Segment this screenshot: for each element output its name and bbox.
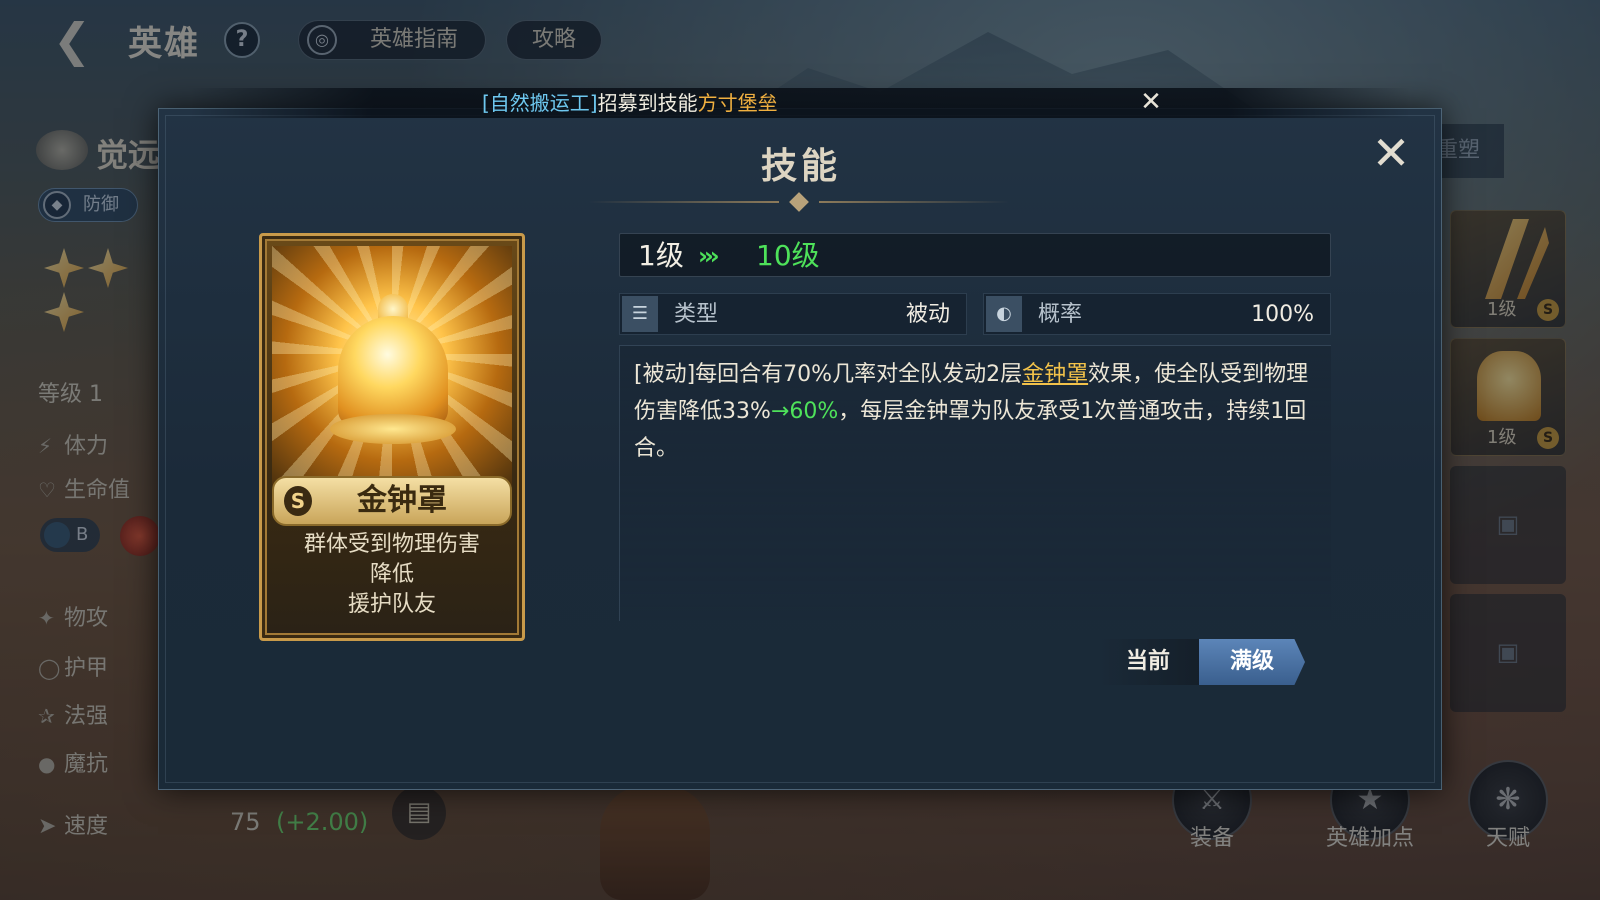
max-level: 10级 (756, 239, 820, 272)
skill-rate-cell: ◐ 概率 100% (983, 293, 1331, 335)
type-value: 被动 (905, 302, 950, 327)
level-comparison-bar: 1级 ››› 10级 (619, 233, 1331, 277)
rate-value: 100% (1251, 302, 1314, 327)
notice-close-icon[interactable]: ✕ (1136, 88, 1166, 118)
skill-summary-line: 降低 (369, 562, 414, 587)
skill-dialog: 技能 ✕ S 金钟罩 群体受到物理伤害 降低 援护队友 1级 ››› 10级 ☰ (158, 108, 1442, 790)
rate-label: 概率 (1038, 302, 1083, 327)
skill-summary-line: 援护队友 (347, 592, 436, 617)
desc-text: [被动]每回合有70%几率对全队发动2层 (634, 362, 1023, 387)
notice-skill: 方寸堡垒 (697, 91, 778, 115)
probability-icon: ◐ (986, 296, 1022, 332)
current-tab[interactable]: 当前 (1097, 639, 1199, 685)
skill-art (272, 246, 512, 486)
golden-bell-icon (330, 294, 456, 454)
skill-type-cell: ☰ 类型 被动 (619, 293, 967, 335)
dialog-title: 技能 (760, 146, 841, 187)
skill-name: 金钟罩 (357, 483, 447, 518)
skill-name-plate: S 金钟罩 (272, 476, 512, 526)
notice-middle: 招募到技能 (597, 91, 698, 115)
skill-description: [被动]每回合有70%几率对全队发动2层金钟罩效果，使全队受到物理伤害降低33%… (634, 356, 1324, 467)
close-icon[interactable]: ✕ (1369, 130, 1413, 177)
current-level: 1级 (638, 239, 684, 272)
notice-user: [自然搬运工] (482, 91, 598, 115)
type-label: 类型 (674, 302, 719, 327)
skill-summary-line: 群体受到物理伤害 (303, 532, 480, 557)
skill-summary: 群体受到物理伤害 降低 援护队友 (272, 530, 512, 620)
notice-text: [自然搬运工]招募到技能方寸堡垒 (482, 88, 778, 118)
diamond-ornament-icon (789, 192, 809, 212)
triple-arrow-icon: ››› (698, 242, 720, 270)
rank-badge: S (284, 486, 312, 516)
max-level-tab[interactable]: 满级 (1199, 639, 1305, 685)
keyword-link[interactable]: 金钟罩 (1022, 362, 1088, 387)
skill-card: S 金钟罩 群体受到物理伤害 降低 援护队友 (259, 233, 525, 641)
title-divider (589, 192, 1009, 212)
skill-description-box: [被动]每回合有70%几率对全队发动2层金钟罩效果，使全队受到物理伤害降低33%… (619, 345, 1331, 621)
upgrade-value: →60% (770, 399, 839, 424)
layers-icon: ☰ (622, 296, 658, 332)
recruit-notice-banner: [自然搬运工]招募到技能方寸堡垒 ✕ (190, 88, 1410, 118)
